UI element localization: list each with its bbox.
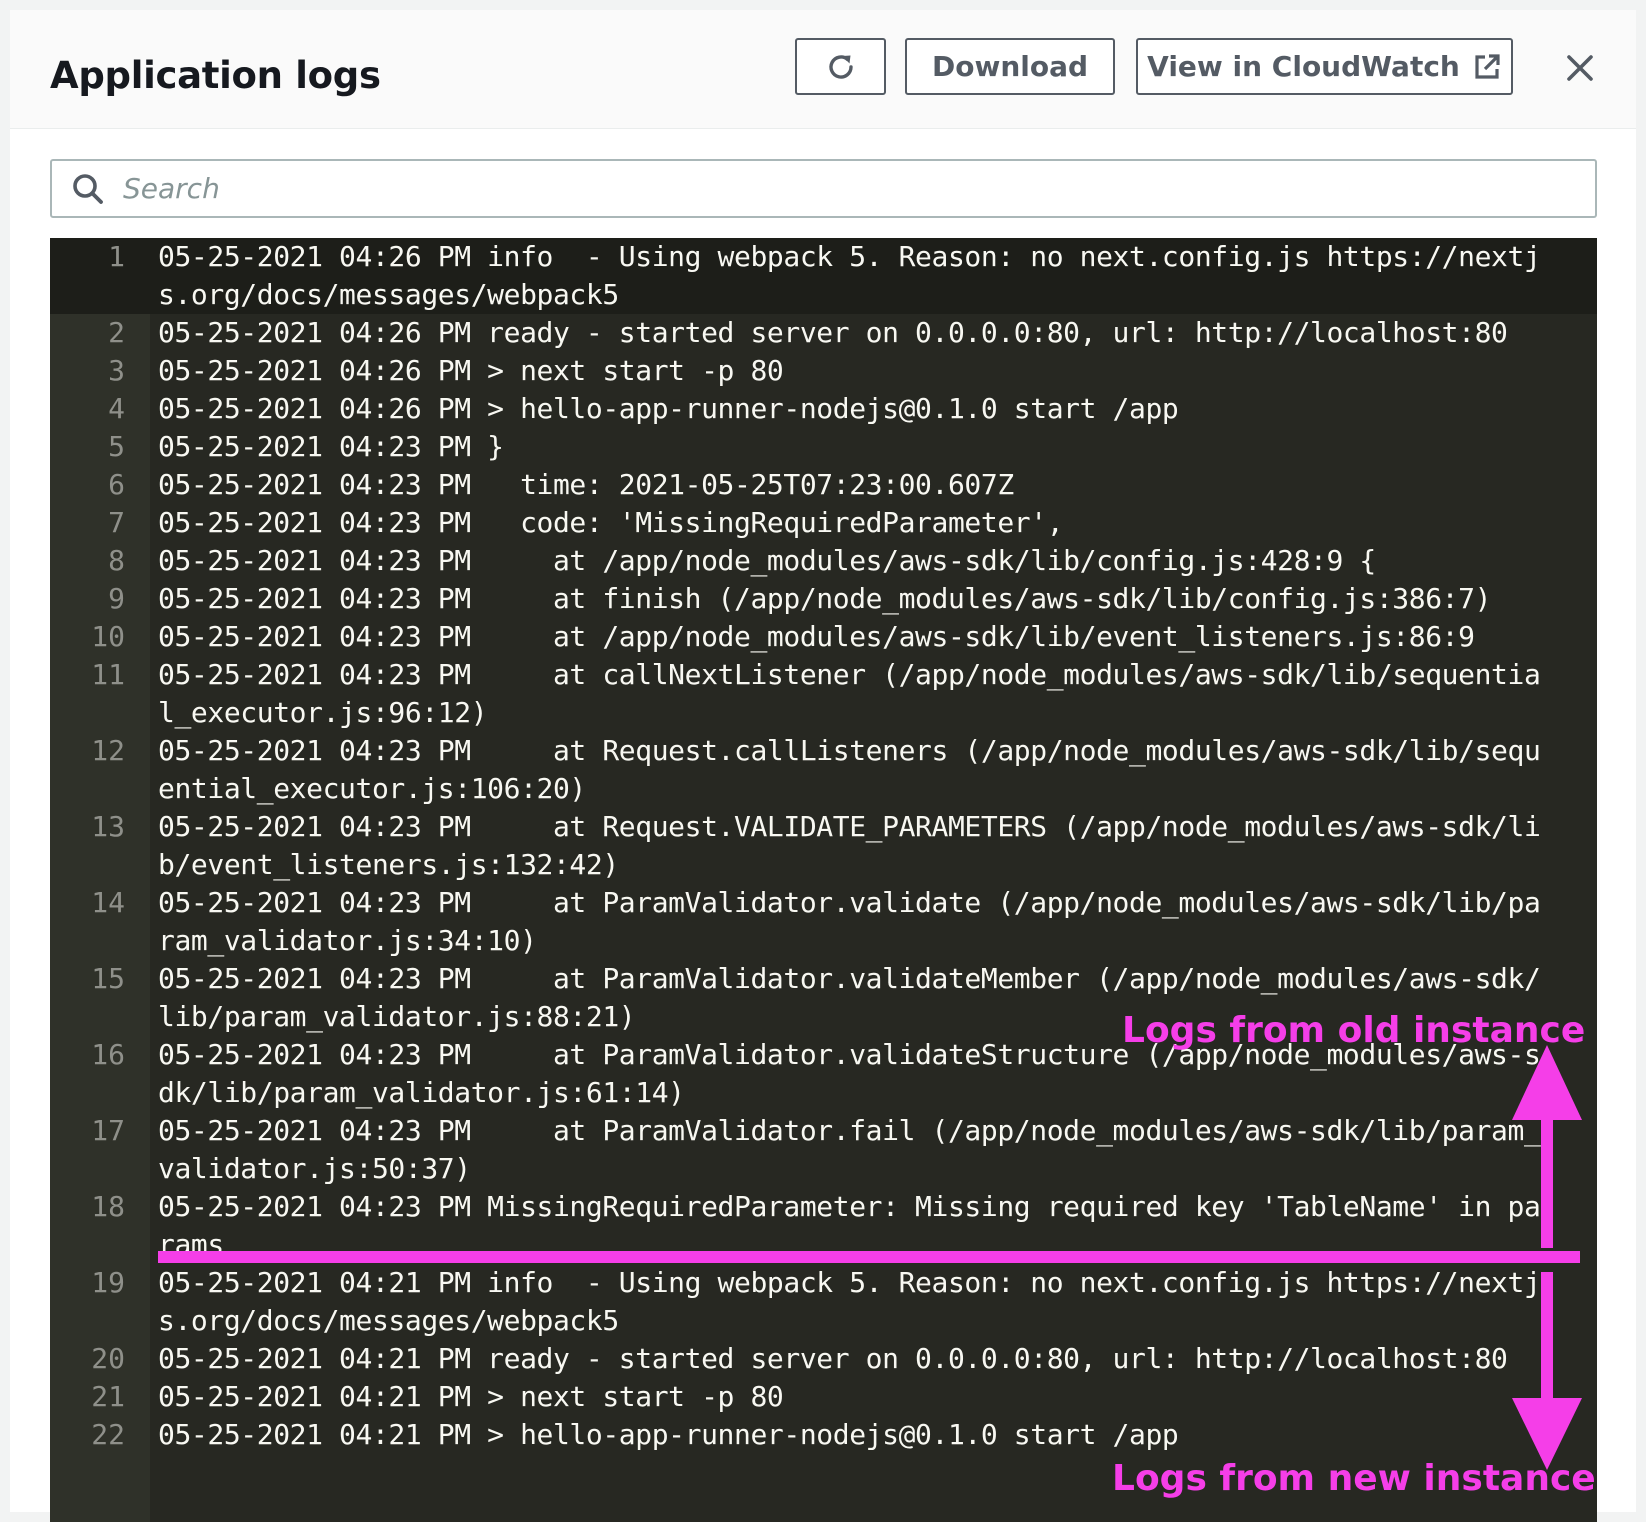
- line-number: 3: [108, 354, 125, 387]
- log-text: 05-25-2021 04:23 PM code: 'MissingRequir…: [158, 506, 1064, 539]
- line-number: 12: [91, 734, 125, 767]
- log-text: 05-25-2021 04:23 PM at /app/node_modules…: [158, 544, 1376, 577]
- log-text: 05-25-2021 04:23 PM at Request.callListe…: [158, 734, 1541, 805]
- log-text: 05-25-2021 04:23 PM at Request.VALIDATE_…: [158, 810, 1541, 881]
- log-line: 21 05-25-2021 04:21 PM > next start -p 80: [50, 1378, 1597, 1416]
- line-number: 20: [91, 1342, 125, 1375]
- modal-header: Application logs Download View in CloudW…: [10, 10, 1636, 129]
- download-button[interactable]: Download: [905, 38, 1115, 95]
- log-text: 05-25-2021 04:26 PM > next start -p 80: [158, 354, 784, 387]
- log-text: 05-25-2021 04:23 PM time: 2021-05-25T07:…: [158, 468, 1014, 501]
- log-text: 05-25-2021 04:21 PM > hello-app-runner-n…: [158, 1418, 1179, 1451]
- external-link-icon: [1475, 53, 1500, 79]
- log-line: 5 05-25-2021 04:23 PM }: [50, 428, 1597, 466]
- view-in-cloudwatch-button[interactable]: View in CloudWatch: [1136, 38, 1513, 95]
- search-icon: [73, 173, 103, 204]
- log-line: 12 05-25-2021 04:23 PM at Request.callLis…: [50, 732, 1597, 808]
- log-line: 3 05-25-2021 04:26 PM > next start -p 80: [50, 352, 1597, 390]
- close-icon: [1567, 55, 1593, 81]
- log-line: 20 05-25-2021 04:21 PM ready - started se…: [50, 1340, 1597, 1378]
- line-number: 19: [91, 1266, 125, 1299]
- log-text: 05-25-2021 04:21 PM ready - started serv…: [158, 1342, 1508, 1375]
- log-text: 05-25-2021 04:26 PM > hello-app-runner-n…: [158, 392, 1179, 425]
- download-button-label: Download: [931, 50, 1089, 83]
- log-text: 05-25-2021 04:23 PM at ParamValidator.va…: [158, 886, 1541, 957]
- log-text: 05-25-2021 04:26 PM ready - started serv…: [158, 316, 1508, 349]
- log-line: 10 05-25-2021 04:23 PM at /app/node_modul…: [50, 618, 1597, 656]
- line-number: 14: [91, 886, 125, 919]
- log-line: 1 05-25-2021 04:26 PM info - Using webpac…: [50, 238, 1597, 314]
- line-number: 10: [91, 620, 125, 653]
- line-number: 22: [91, 1418, 125, 1451]
- line-number: 15: [91, 962, 125, 995]
- line-number: 4: [108, 392, 125, 425]
- log-line: 22 05-25-2021 04:21 PM > hello-app-runner…: [50, 1416, 1597, 1454]
- log-text: 05-25-2021 04:23 PM at /app/node_modules…: [158, 620, 1475, 653]
- log-viewer[interactable]: 1 05-25-2021 04:26 PM info - Using webpac…: [50, 238, 1597, 1522]
- line-number: 18: [91, 1190, 125, 1223]
- line-number: 5: [108, 430, 125, 463]
- line-number: 1: [108, 240, 125, 273]
- log-line: 19 05-25-2021 04:21 PM info - Using webpa…: [50, 1264, 1597, 1340]
- log-text: 05-25-2021 04:23 PM }: [158, 430, 504, 463]
- line-number: 11: [91, 658, 125, 691]
- view-in-cloudwatch-label: View in CloudWatch: [1147, 50, 1460, 83]
- search-input[interactable]: [121, 171, 1525, 206]
- close-button[interactable]: [1558, 46, 1602, 90]
- log-line: 14 05-25-2021 04:23 PM at ParamValidator.…: [50, 884, 1597, 960]
- line-number: 2: [108, 316, 125, 349]
- log-line: 4 05-25-2021 04:26 PM > hello-app-runner-…: [50, 390, 1597, 428]
- refresh-icon: [828, 54, 853, 79]
- line-number: 21: [91, 1380, 125, 1413]
- log-text: 05-25-2021 04:21 PM info - Using webpack…: [158, 1266, 1541, 1337]
- log-line: 13 05-25-2021 04:23 PM at Request.VALIDAT…: [50, 808, 1597, 884]
- log-text: 05-25-2021 04:26 PM info - Using webpack…: [158, 240, 1541, 311]
- old-instance-label: Logs from old instance: [1122, 1010, 1586, 1051]
- line-number: 6: [108, 468, 125, 501]
- refresh-button[interactable]: [795, 38, 886, 95]
- log-text: 05-25-2021 04:23 PM MissingRequiredParam…: [158, 1190, 1541, 1261]
- line-number: 8: [108, 544, 125, 577]
- log-line: 7 05-25-2021 04:23 PM code: 'MissingRequi…: [50, 504, 1597, 542]
- line-number: 17: [91, 1114, 125, 1147]
- new-instance-label: Logs from new instance: [1112, 1458, 1596, 1499]
- log-lines: 1 05-25-2021 04:26 PM info - Using webpac…: [50, 238, 1597, 1454]
- search-field[interactable]: [50, 159, 1597, 218]
- line-number: 13: [91, 810, 125, 843]
- log-line: 8 05-25-2021 04:23 PM at /app/node_module…: [50, 542, 1597, 580]
- log-line: 17 05-25-2021 04:23 PM at ParamValidator.…: [50, 1112, 1597, 1188]
- log-line: 9 05-25-2021 04:23 PM at finish (/app/nod…: [50, 580, 1597, 618]
- log-line: 2 05-25-2021 04:26 PM ready - started ser…: [50, 314, 1597, 352]
- log-text: 05-25-2021 04:23 PM at ParamValidator.fa…: [158, 1114, 1541, 1185]
- line-number: 7: [108, 506, 125, 539]
- log-line: 6 05-25-2021 04:23 PM time: 2021-05-25T07…: [50, 466, 1597, 504]
- modal-title: Application logs: [50, 54, 381, 97]
- log-line: 11 05-25-2021 04:23 PM at callNextListene…: [50, 656, 1597, 732]
- log-text: 05-25-2021 04:23 PM at callNextListener …: [158, 658, 1541, 729]
- line-number: 9: [108, 582, 125, 615]
- log-line: 18 05-25-2021 04:23 PM MissingRequiredPar…: [50, 1188, 1597, 1264]
- log-text: 05-25-2021 04:23 PM at finish (/app/node…: [158, 582, 1492, 615]
- log-text: 05-25-2021 04:21 PM > next start -p 80: [158, 1380, 784, 1413]
- application-logs-modal: Application logs Download View in CloudW…: [10, 10, 1636, 1522]
- line-number: 16: [91, 1038, 125, 1071]
